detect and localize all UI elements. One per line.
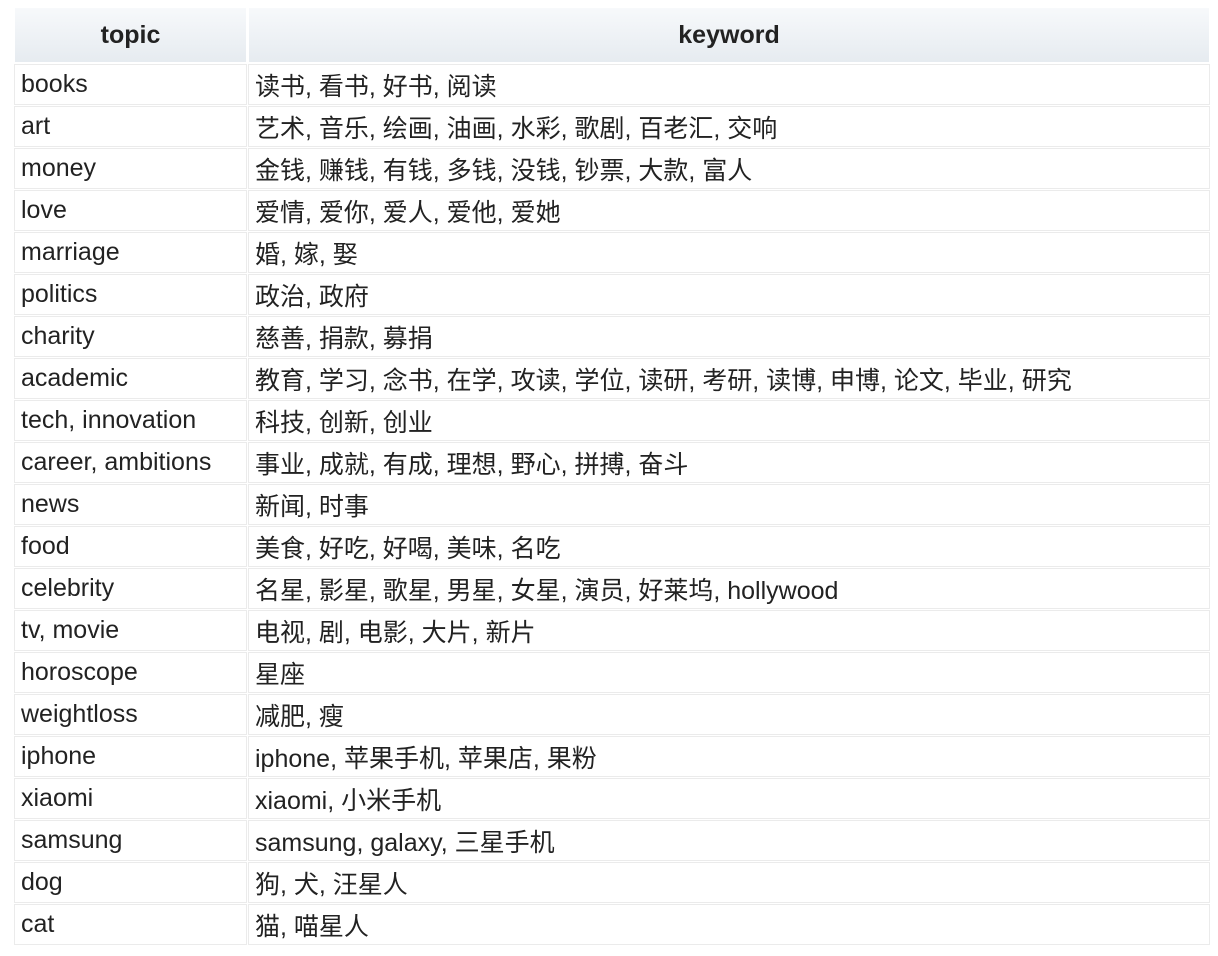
keyword-cell: xiaomi, 小米手机: [249, 779, 1209, 818]
table-row: academic 教育, 学习, 念书, 在学, 攻读, 学位, 读研, 考研,…: [15, 359, 1209, 398]
topic-cell: money: [15, 149, 246, 188]
table-row: politics 政治, 政府: [15, 275, 1209, 314]
topic-cell: xiaomi: [15, 779, 246, 818]
topic-cell: food: [15, 527, 246, 566]
header-keyword: keyword: [249, 8, 1209, 62]
table-row: love 爱情, 爱你, 爱人, 爱他, 爱她: [15, 191, 1209, 230]
keyword-cell: 狗, 犬, 汪星人: [249, 863, 1209, 902]
topic-cell: dog: [15, 863, 246, 902]
keyword-cell: 星座: [249, 653, 1209, 692]
header-row: topic keyword: [15, 8, 1209, 62]
topic-cell: samsung: [15, 821, 246, 860]
table-row: tv, movie 电视, 剧, 电影, 大片, 新片: [15, 611, 1209, 650]
topic-cell: weightloss: [15, 695, 246, 734]
keyword-cell: 猫, 喵星人: [249, 905, 1209, 944]
table-row: news 新闻, 时事: [15, 485, 1209, 524]
keyword-cell: 电视, 剧, 电影, 大片, 新片: [249, 611, 1209, 650]
keyword-cell: 婚, 嫁, 娶: [249, 233, 1209, 272]
table-header: topic keyword: [15, 8, 1209, 62]
topic-cell: marriage: [15, 233, 246, 272]
topic-cell: cat: [15, 905, 246, 944]
topic-cell: art: [15, 107, 246, 146]
table-row: iphone iphone, 苹果手机, 苹果店, 果粉: [15, 737, 1209, 776]
keyword-cell: samsung, galaxy, 三星手机: [249, 821, 1209, 860]
table-row: cat 猫, 喵星人: [15, 905, 1209, 944]
keyword-cell: 新闻, 时事: [249, 485, 1209, 524]
topic-cell: tv, movie: [15, 611, 246, 650]
topic-keyword-table: topic keyword books 读书, 看书, 好书, 阅读 art 艺…: [12, 5, 1212, 947]
table-row: marriage 婚, 嫁, 娶: [15, 233, 1209, 272]
topic-cell: iphone: [15, 737, 246, 776]
keyword-cell: 科技, 创新, 创业: [249, 401, 1209, 440]
table-body: books 读书, 看书, 好书, 阅读 art 艺术, 音乐, 绘画, 油画,…: [15, 65, 1209, 944]
table-row: tech, innovation 科技, 创新, 创业: [15, 401, 1209, 440]
keyword-cell: 爱情, 爱你, 爱人, 爱他, 爱她: [249, 191, 1209, 230]
keyword-cell: 金钱, 赚钱, 有钱, 多钱, 没钱, 钞票, 大款, 富人: [249, 149, 1209, 188]
table-row: xiaomi xiaomi, 小米手机: [15, 779, 1209, 818]
topic-cell: celebrity: [15, 569, 246, 608]
table-row: samsung samsung, galaxy, 三星手机: [15, 821, 1209, 860]
keyword-cell: 教育, 学习, 念书, 在学, 攻读, 学位, 读研, 考研, 读博, 申博, …: [249, 359, 1209, 398]
topic-cell: academic: [15, 359, 246, 398]
table-row: food 美食, 好吃, 好喝, 美味, 名吃: [15, 527, 1209, 566]
keyword-cell: 减肥, 瘦: [249, 695, 1209, 734]
topic-cell: career, ambitions: [15, 443, 246, 482]
keyword-cell: 美食, 好吃, 好喝, 美味, 名吃: [249, 527, 1209, 566]
header-topic: topic: [15, 8, 246, 62]
keyword-cell: 政治, 政府: [249, 275, 1209, 314]
topic-cell: books: [15, 65, 246, 104]
table-row: art 艺术, 音乐, 绘画, 油画, 水彩, 歌剧, 百老汇, 交响: [15, 107, 1209, 146]
topic-keyword-table-container: topic keyword books 读书, 看书, 好书, 阅读 art 艺…: [12, 5, 1212, 947]
table-row: dog 狗, 犬, 汪星人: [15, 863, 1209, 902]
table-row: weightloss 减肥, 瘦: [15, 695, 1209, 734]
topic-cell: horoscope: [15, 653, 246, 692]
keyword-cell: 艺术, 音乐, 绘画, 油画, 水彩, 歌剧, 百老汇, 交响: [249, 107, 1209, 146]
topic-cell: charity: [15, 317, 246, 356]
keyword-cell: 名星, 影星, 歌星, 男星, 女星, 演员, 好莱坞, hollywood: [249, 569, 1209, 608]
keyword-cell: 事业, 成就, 有成, 理想, 野心, 拼搏, 奋斗: [249, 443, 1209, 482]
table-row: celebrity 名星, 影星, 歌星, 男星, 女星, 演员, 好莱坞, h…: [15, 569, 1209, 608]
table-row: charity 慈善, 捐款, 募捐: [15, 317, 1209, 356]
keyword-cell: 慈善, 捐款, 募捐: [249, 317, 1209, 356]
table-row: books 读书, 看书, 好书, 阅读: [15, 65, 1209, 104]
table-row: career, ambitions 事业, 成就, 有成, 理想, 野心, 拼搏…: [15, 443, 1209, 482]
topic-cell: news: [15, 485, 246, 524]
table-row: horoscope 星座: [15, 653, 1209, 692]
keyword-cell: 读书, 看书, 好书, 阅读: [249, 65, 1209, 104]
topic-cell: tech, innovation: [15, 401, 246, 440]
topic-cell: love: [15, 191, 246, 230]
table-row: money 金钱, 赚钱, 有钱, 多钱, 没钱, 钞票, 大款, 富人: [15, 149, 1209, 188]
topic-cell: politics: [15, 275, 246, 314]
keyword-cell: iphone, 苹果手机, 苹果店, 果粉: [249, 737, 1209, 776]
